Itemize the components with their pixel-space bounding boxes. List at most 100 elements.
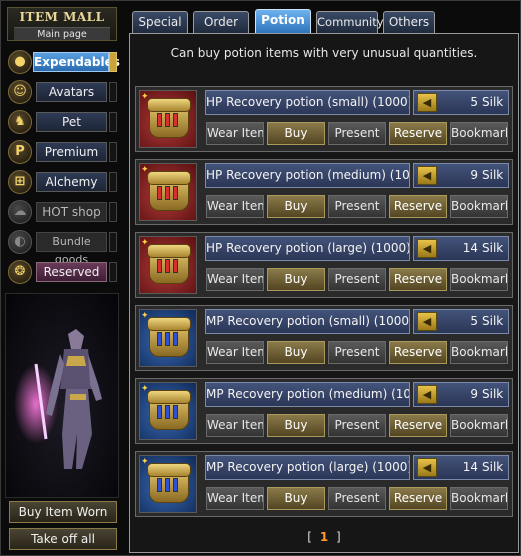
buy-button[interactable]: Buy	[267, 195, 325, 218]
buy-button[interactable]: Buy	[267, 122, 325, 145]
tab-potion[interactable]: Potion	[255, 9, 311, 33]
category-premium[interactable]: P Premium	[7, 138, 119, 166]
wear-item-button[interactable]: Wear Item	[206, 122, 264, 145]
price-value: 5	[470, 314, 478, 328]
avatar-icon: ☺	[8, 80, 32, 104]
tab-special[interactable]: Special	[132, 11, 188, 33]
present-button[interactable]: Present	[328, 487, 386, 510]
buy-item-worn-button[interactable]: Buy Item Worn	[9, 501, 117, 523]
reserve-button[interactable]: Reserve	[389, 195, 447, 218]
product-actions: Wear Item Buy Present Reserve Bookmark	[206, 341, 510, 365]
category-notice: Can buy potion items with very unusual q…	[170, 46, 478, 60]
buy-button[interactable]: Buy	[267, 341, 325, 364]
product-price: ◀ 14 Silk	[413, 455, 509, 480]
price-currency: Silk	[482, 387, 504, 401]
item-mall-title: ITEM MALL	[19, 10, 105, 24]
wear-item-button[interactable]: Wear Item	[206, 195, 264, 218]
product-row: ✦ HP Recovery potion (small) (1000) ◀ 5 Silk…	[135, 86, 513, 152]
product-row: ✦ MP Recovery potion (small) (1000) ◀ 5 Silk…	[135, 305, 513, 371]
bookmark-button[interactable]: Bookmark	[450, 487, 508, 510]
price-value: 5	[470, 95, 478, 109]
wear-item-button[interactable]: Wear Item	[206, 487, 264, 510]
category-bundle-goods[interactable]: ◐ Bundle goods	[7, 228, 119, 266]
reserve-button[interactable]: Reserve	[389, 487, 447, 510]
potion-pouch-icon[interactable]: ✦	[139, 90, 197, 148]
wear-item-button[interactable]: Wear Item	[206, 268, 264, 291]
potion-pouch-icon[interactable]: ✦	[139, 455, 197, 513]
bookmark-button[interactable]: Bookmark	[450, 414, 508, 437]
reserve-button[interactable]: Reserve	[389, 414, 447, 437]
tab-order[interactable]: Order	[193, 11, 249, 33]
bookmark-button[interactable]: Bookmark	[450, 268, 508, 291]
product-name: MP Recovery potion (large) (1000)	[205, 455, 410, 480]
price-currency: Silk	[482, 95, 504, 109]
category-hot-shop[interactable]: ☁ HOT shop	[7, 198, 119, 226]
category-label: HOT shop	[36, 202, 107, 222]
potion-icon: ●	[8, 50, 32, 74]
category-indicator	[109, 202, 117, 222]
buy-button[interactable]: Buy	[267, 268, 325, 291]
category-pet[interactable]: ♞ Pet	[7, 108, 119, 136]
buy-button[interactable]: Buy	[267, 414, 325, 437]
reserved-icon: ❂	[8, 260, 32, 284]
silk-icon: ◀	[417, 312, 437, 331]
category-reserved[interactable]: ❂ Reserved	[7, 258, 119, 286]
potion-pouch-icon[interactable]: ✦	[139, 309, 197, 367]
present-button[interactable]: Present	[328, 341, 386, 364]
product-name: HP Recovery potion (large) (1000)	[205, 236, 410, 261]
category-label: Premium	[36, 142, 107, 162]
take-off-all-button[interactable]: Take off all	[9, 528, 117, 550]
alchemy-icon: ⊞	[8, 170, 32, 194]
wear-item-button[interactable]: Wear Item	[206, 341, 264, 364]
category-label: Pet	[36, 112, 107, 132]
pagination: [ 1 ]	[130, 530, 518, 544]
category-label: Expendables	[33, 52, 120, 72]
price-value: 14	[462, 460, 478, 474]
buy-button[interactable]: Buy	[267, 487, 325, 510]
bookmark-button[interactable]: Bookmark	[450, 341, 508, 364]
product-name: MP Recovery potion (medium) (1000)	[205, 382, 410, 407]
category-expendables[interactable]: ● Expendables	[7, 48, 120, 76]
reserve-button[interactable]: Reserve	[389, 268, 447, 291]
main-page-link[interactable]: Main page	[14, 27, 110, 40]
item-mall-window: ITEM MALL Main page ● Expendables ☺ Avat…	[0, 0, 521, 556]
product-actions: Wear Item Buy Present Reserve Bookmark	[206, 122, 510, 146]
category-indicator	[109, 52, 117, 72]
category-label: Bundle goods	[36, 232, 107, 266]
product-row: ✦ MP Recovery potion (medium) (1000) ◀ 9 Sil…	[135, 378, 513, 444]
category-alchemy[interactable]: ⊞ Alchemy	[7, 168, 119, 196]
potion-pouch-icon[interactable]: ✦	[139, 163, 197, 221]
present-button[interactable]: Present	[328, 268, 386, 291]
star-icon: ✦	[141, 384, 149, 394]
product-row: ✦ MP Recovery potion (large) (1000) ◀ 14 Sil…	[135, 451, 513, 517]
silk-icon: ◀	[417, 93, 437, 112]
wear-item-button[interactable]: Wear Item	[206, 414, 264, 437]
silk-icon: ◀	[417, 458, 437, 477]
pet-icon: ♞	[8, 110, 32, 134]
bookmark-button[interactable]: Bookmark	[450, 195, 508, 218]
potion-pouch-icon[interactable]: ✦	[139, 236, 197, 294]
category-avatars[interactable]: ☺ Avatars	[7, 78, 119, 106]
product-name: MP Recovery potion (small) (1000)	[205, 309, 410, 334]
product-price: ◀ 14 Silk	[413, 236, 509, 261]
page-number-current[interactable]: 1	[320, 530, 328, 544]
present-button[interactable]: Present	[328, 195, 386, 218]
product-name: HP Recovery potion (small) (1000)	[205, 90, 410, 115]
present-button[interactable]: Present	[328, 414, 386, 437]
product-panel: Can buy potion items with very unusual q…	[129, 33, 519, 553]
tab-others[interactable]: Others	[383, 11, 435, 33]
present-button[interactable]: Present	[328, 122, 386, 145]
product-row: ✦ HP Recovery potion (large) (1000) ◀ 14 Sil…	[135, 232, 513, 298]
product-price: ◀ 9 Silk	[413, 382, 509, 407]
tab-community[interactable]: Community	[316, 11, 384, 33]
star-icon: ✦	[141, 311, 149, 321]
star-icon: ✦	[141, 457, 149, 467]
reserve-button[interactable]: Reserve	[389, 122, 447, 145]
reserve-button[interactable]: Reserve	[389, 341, 447, 364]
price-currency: Silk	[482, 314, 504, 328]
category-indicator	[109, 142, 117, 162]
silk-icon: ◀	[417, 166, 437, 185]
bookmark-button[interactable]: Bookmark	[450, 122, 508, 145]
potion-pouch-icon[interactable]: ✦	[139, 382, 197, 440]
silk-icon: ◀	[417, 385, 437, 404]
